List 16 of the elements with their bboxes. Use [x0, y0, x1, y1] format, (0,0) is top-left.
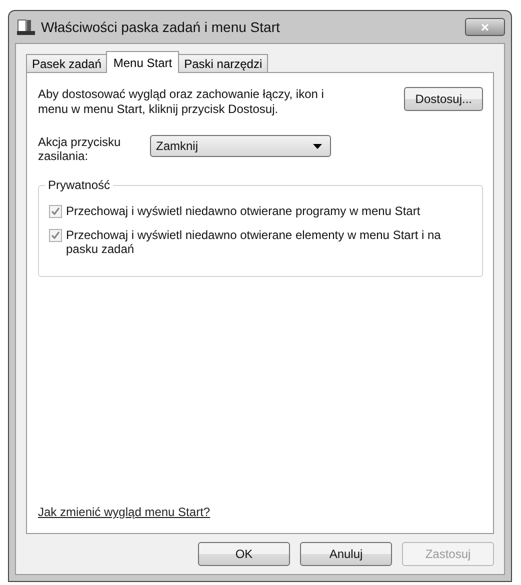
taskbar-icon	[17, 19, 35, 35]
dialog-button[interactable]: Anuluj	[300, 542, 392, 566]
help-link[interactable]: Jak zmienić wygląd menu Start?	[38, 505, 210, 519]
power-action-label: Akcja przycisku zasilania:	[38, 135, 122, 163]
tab[interactable]: Pasek zadań	[26, 54, 108, 72]
tab[interactable]: Paski narzędzi	[178, 54, 268, 72]
instruction-text: Aby dostosować wygląd oraz zachowanie łączy, ikon i menu w menu Start, kliknij przycisk Dostosuj.	[38, 87, 325, 117]
customize-button[interactable]: Dostosuj...	[404, 87, 483, 111]
group-title: Prywatność	[45, 178, 114, 192]
power-action-dropdown[interactable]: Zamknij	[150, 135, 331, 157]
caret-icon	[313, 144, 322, 148]
dialog-button[interactable]: OK	[198, 542, 290, 566]
checkbox-label: Przechowaj i wyświetl niedawno otwierane programy w menu Start	[66, 204, 422, 218]
checkbox-label: Przechowaj i wyświetl niedawno otwierane elementy w menu Start i na pasku zadań	[66, 228, 442, 256]
tab[interactable]: Menu Start	[106, 51, 180, 73]
window-title: Właściwości paska zadań i menu Start	[41, 19, 281, 35]
